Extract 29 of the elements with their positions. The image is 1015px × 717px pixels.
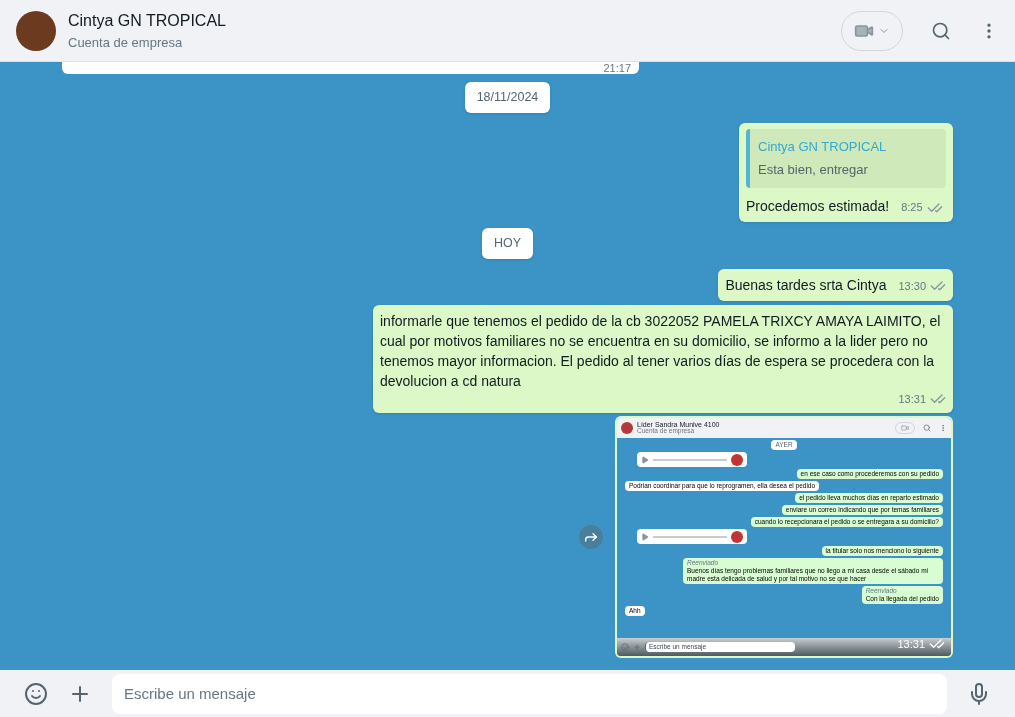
- forward-button[interactable]: [579, 525, 603, 549]
- message-time: 13:31: [898, 391, 926, 407]
- contact-subtitle: Cuenta de empresa: [68, 33, 184, 52]
- quote-text: Esta bien, entregar: [758, 161, 869, 180]
- message-time: 13:31: [897, 636, 925, 652]
- message-time: 21:17: [603, 63, 631, 74]
- message-time: 13:30: [898, 279, 926, 294]
- avatar: [621, 422, 633, 434]
- emoji-icon[interactable]: [24, 681, 48, 706]
- avatar: [731, 453, 743, 466]
- avatar: [731, 530, 743, 543]
- contact-name[interactable]: Cintya GN TROPICAL: [68, 8, 226, 33]
- plus-icon: [633, 643, 641, 651]
- date-chip: HOY: [481, 227, 534, 259]
- message-input[interactable]: Escribe un mensaje: [112, 673, 947, 714]
- date-chip: 18/11/2024: [464, 82, 551, 113]
- play-icon: [641, 532, 649, 541]
- search-icon: [923, 424, 931, 432]
- quote-author: Cintya GN TROPICAL: [758, 137, 888, 156]
- message-text: Buenas tardes srta Cintya: [725, 275, 887, 295]
- message-text: informarle que tenemos el pedido de la cb 3022052 PAMELA TRIXCY AMAYA LAIMITO, el cual por motivos familiares no se encuentra en su domicilio, se informo a la lider pero no tenemos mayor informacion. El pedido al tener varios días de espera se procedera con la devolucion a cd natura: [380, 311, 942, 391]
- emoji-icon: [621, 643, 629, 651]
- menu-icon: [939, 424, 947, 432]
- avatar[interactable]: [16, 10, 56, 51]
- message-text: Procedemos estimada!: [746, 196, 890, 216]
- play-icon: [641, 455, 649, 464]
- search-icon[interactable]: [931, 20, 951, 41]
- message-time: 8:25: [901, 200, 923, 216]
- quoted-message[interactable]: Cintya GN TROPICAL Esta bien, entregar: [746, 128, 946, 188]
